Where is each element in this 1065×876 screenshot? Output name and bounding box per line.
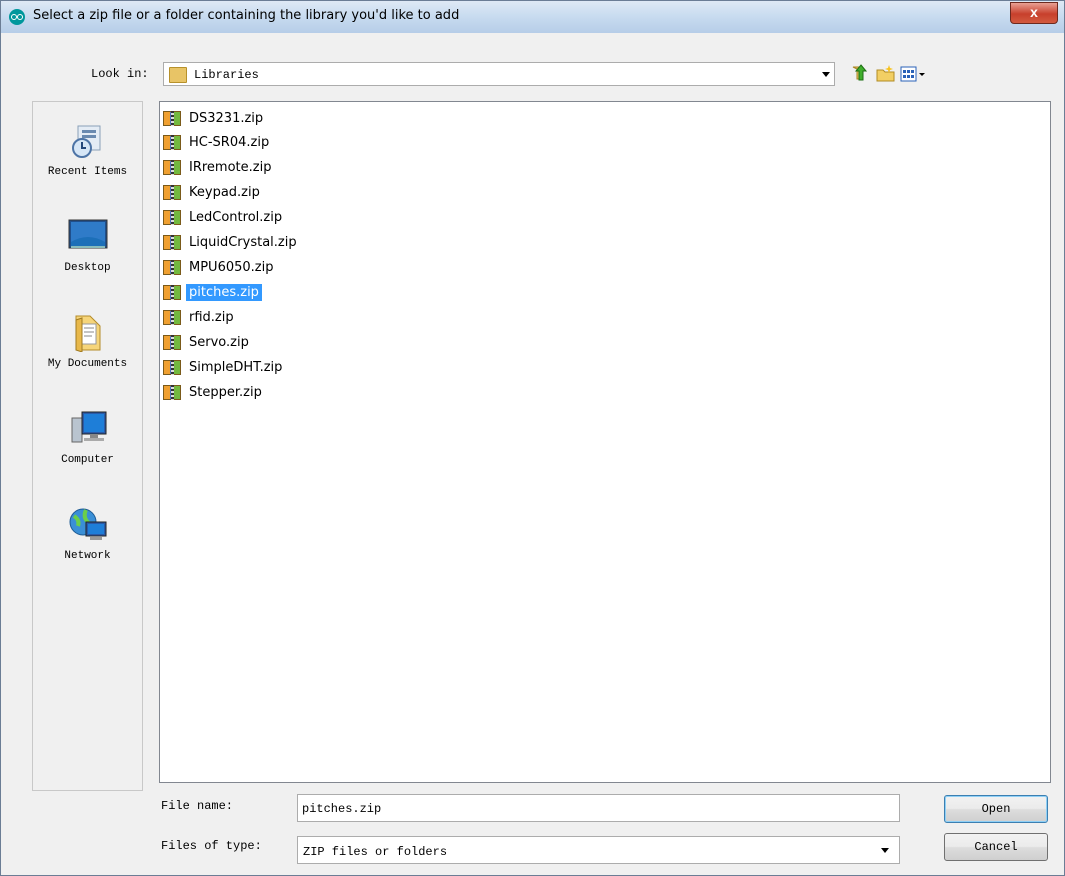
file-item-liquidcrystal[interactable]: LiquidCrystal.zip [163, 231, 300, 253]
file-name: Keypad.zip [189, 184, 260, 200]
zip-archive-icon [163, 284, 181, 300]
file-name: LiquidCrystal.zip [189, 234, 297, 250]
chevron-down-icon[interactable] [822, 72, 830, 77]
title-bar[interactable]: Select a zip file or a folder containing… [1, 1, 1064, 33]
window-title: Select a zip file or a folder containing… [33, 8, 460, 23]
file-type-combo[interactable]: ZIP files or folders [297, 836, 900, 864]
zip-archive-icon [163, 309, 181, 325]
file-item-servo[interactable]: Servo.zip [163, 331, 252, 353]
file-type-value: ZIP files or folders [303, 845, 448, 859]
zip-archive-icon [163, 234, 181, 250]
file-item-simpledht[interactable]: SimpleDHT.zip [163, 356, 285, 378]
file-type-label: Files of type: [161, 839, 262, 853]
file-name: LedControl.zip [189, 209, 283, 225]
look-in-combo[interactable]: Libraries [163, 62, 835, 86]
place-label: Desktop [64, 262, 111, 274]
zip-archive-icon [163, 110, 181, 126]
file-chooser-dialog: Select a zip file or a folder containing… [0, 0, 1065, 876]
up-folder-icon[interactable] [849, 63, 869, 85]
desktop-icon [68, 216, 108, 256]
file-item-ds3231[interactable]: DS3231.zip [163, 107, 266, 129]
file-name: SimpleDHT.zip [189, 359, 283, 375]
zip-archive-icon [163, 359, 181, 375]
zip-archive-icon [163, 134, 181, 150]
zip-archive-icon [163, 384, 181, 400]
file-item-keypad[interactable]: Keypad.zip [163, 181, 263, 203]
file-list[interactable]: DS3231.zip HC-SR04.zip IRremote.zip Keyp… [159, 101, 1051, 783]
place-label: Network [64, 550, 111, 562]
zip-archive-icon [163, 334, 181, 350]
computer-icon [68, 408, 108, 448]
file-name: pitches.zip [186, 283, 262, 301]
zip-archive-icon [163, 259, 181, 275]
view-menu-icon[interactable] [899, 63, 929, 85]
place-my-documents[interactable]: My Documents [33, 312, 142, 370]
file-name-label: File name: [161, 799, 234, 813]
folder-icon [169, 67, 187, 83]
zip-archive-icon [163, 159, 181, 175]
zip-archive-icon [163, 184, 181, 200]
file-item-mpu6050[interactable]: MPU6050.zip [163, 256, 276, 278]
file-item-pitches[interactable]: pitches.zip [163, 281, 262, 303]
file-item-irremote[interactable]: IRremote.zip [163, 156, 274, 178]
place-recent-items[interactable]: Recent Items [33, 120, 142, 178]
arduino-icon [9, 9, 25, 25]
place-computer[interactable]: Computer [33, 408, 142, 466]
look-in-label: Look in: [91, 67, 149, 81]
zip-archive-icon [163, 209, 181, 225]
file-item-stepper[interactable]: Stepper.zip [163, 381, 265, 403]
chevron-down-icon[interactable] [881, 848, 889, 853]
network-icon [68, 504, 108, 544]
cancel-button[interactable]: Cancel [944, 833, 1048, 861]
file-item-rfid[interactable]: rfid.zip [163, 306, 237, 328]
my-documents-icon [68, 312, 108, 353]
file-name: HC-SR04.zip [189, 134, 270, 150]
file-name: MPU6050.zip [189, 259, 274, 275]
place-label: My Documents [47, 358, 128, 370]
file-name: IRremote.zip [189, 159, 272, 175]
recent-items-icon [68, 120, 108, 160]
file-name: Servo.zip [189, 334, 249, 350]
file-name: DS3231.zip [189, 110, 264, 126]
look-in-value: Libraries [194, 68, 259, 82]
new-folder-icon[interactable] [875, 63, 897, 85]
place-label: Computer [61, 454, 114, 466]
file-name: rfid.zip [189, 309, 234, 325]
file-item-ledcontrol[interactable]: LedControl.zip [163, 206, 285, 228]
places-bar: Recent Items Desktop My Documents Comput… [32, 101, 143, 791]
file-item-hc-sr04[interactable]: HC-SR04.zip [163, 131, 272, 153]
open-button[interactable]: Open [944, 795, 1048, 823]
place-network[interactable]: Network [33, 504, 142, 562]
place-label: Recent Items [47, 166, 128, 178]
file-name: Stepper.zip [189, 384, 262, 400]
file-name-field[interactable]: pitches.zip [297, 794, 900, 822]
close-button[interactable]: x [1010, 2, 1058, 24]
place-desktop[interactable]: Desktop [33, 216, 142, 274]
